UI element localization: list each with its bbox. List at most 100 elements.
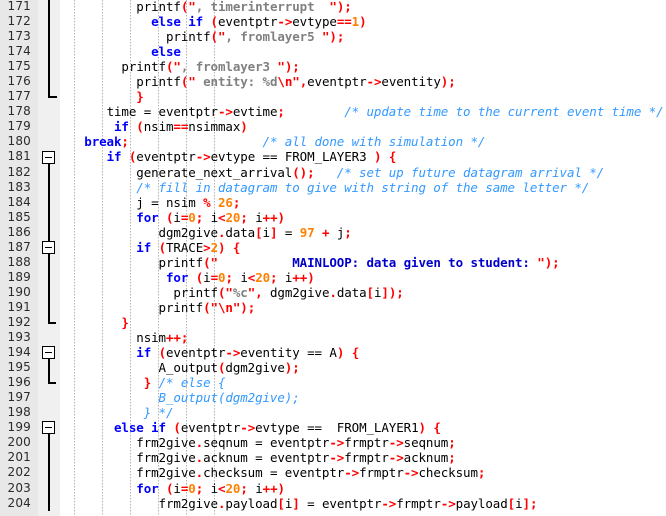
code-text[interactable]: frm2give.acknum = eventptr->frmptr->ackn… bbox=[62, 450, 455, 466]
code-line[interactable]: 185 for (i=0; i<20; i++) bbox=[0, 210, 666, 225]
code-line[interactable]: 191 printf("\n"); bbox=[0, 300, 666, 315]
code-text[interactable]: printf(" entity: %d\n",eventptr->eventit… bbox=[62, 74, 455, 90]
code-line[interactable]: 196 } /* else { bbox=[0, 375, 666, 390]
code-line[interactable]: 189 for (i=0; i<20; i++) bbox=[0, 270, 666, 285]
code-line[interactable]: 187 if (TRACE>2) { bbox=[0, 240, 666, 255]
code-line[interactable]: 200 frm2give.seqnum = eventptr->frmptr->… bbox=[0, 435, 666, 450]
token-id: data bbox=[336, 284, 367, 300]
code-line[interactable]: 180 break; /* all done with simulation *… bbox=[0, 134, 666, 149]
code-text[interactable]: if (eventptr->evtype == FROM_LAYER3 ) { bbox=[62, 149, 397, 165]
code-line[interactable]: 192 } bbox=[0, 315, 666, 330]
token-num: 26 bbox=[218, 194, 233, 210]
token-kw: if bbox=[106, 149, 122, 165]
code-text[interactable]: else bbox=[62, 44, 181, 59]
code-text[interactable]: j = nsim % 26; bbox=[62, 195, 240, 210]
code-line[interactable]: 202 frm2give.checksum = eventptr->frmptr… bbox=[0, 465, 666, 480]
token-arrow: -> bbox=[440, 495, 456, 511]
code-line[interactable]: 184 j = nsim % 26; bbox=[0, 195, 666, 210]
code-text[interactable]: generate_next_arrival(); /* set up futur… bbox=[62, 165, 604, 180]
token-kw: if bbox=[113, 119, 129, 135]
code-line[interactable]: 176 printf(" entity: %d\n",eventptr->eve… bbox=[0, 74, 666, 89]
code-text[interactable]: if (eventptr->eventity == A) { bbox=[62, 345, 359, 360]
token-id: i bbox=[210, 209, 219, 225]
token-punc: ( bbox=[158, 345, 167, 361]
code-line[interactable]: 195 A_output(dgm2give); bbox=[0, 360, 666, 375]
code-text[interactable]: A_output(dgm2give); bbox=[62, 360, 300, 375]
token-kw: if bbox=[151, 420, 166, 436]
code-line[interactable]: 172 else if (eventptr->evtype==1) bbox=[0, 14, 666, 29]
code-line-list[interactable]: 171 printf(", timerinterrupt "); 172 else… bbox=[0, 0, 666, 511]
code-text[interactable]: else if (eventptr->evtype==1) bbox=[62, 14, 367, 29]
code-text[interactable]: frm2give.seqnum = eventptr->frmptr->seqn… bbox=[62, 435, 455, 451]
code-line[interactable]: 175 printf(", fromlayer3 "); bbox=[0, 59, 666, 74]
token-id bbox=[62, 481, 136, 496]
token-num: 20 bbox=[255, 269, 271, 285]
code-text[interactable]: time = eventptr->evtime; /* update time … bbox=[62, 104, 664, 119]
line-number: 182 bbox=[7, 164, 31, 179]
token-punc: == bbox=[336, 14, 352, 30]
code-text[interactable]: } bbox=[62, 89, 144, 104]
token-arrow: -> bbox=[403, 465, 419, 481]
token-punc: } bbox=[136, 89, 144, 105]
code-text[interactable]: printf("\n"); bbox=[62, 300, 256, 315]
code-text[interactable]: B_output(dgm2give); bbox=[62, 390, 300, 405]
token-strq: " bbox=[210, 254, 219, 270]
code-line[interactable]: 199 else if (eventptr->evtype == FROM_LA… bbox=[0, 420, 666, 435]
code-text[interactable]: break; /* all done with simulation */ bbox=[62, 134, 485, 149]
code-text[interactable]: for (i=0; i<20; i++) bbox=[62, 210, 285, 225]
code-line[interactable]: 193 nsim++; bbox=[0, 330, 666, 345]
code-text[interactable]: frm2give.checksum = eventptr->frmptr->ch… bbox=[62, 465, 485, 480]
code-text[interactable]: printf(", timerinterrupt "); bbox=[62, 0, 352, 14]
token-id: acknum bbox=[203, 450, 248, 466]
code-text[interactable]: } bbox=[62, 315, 129, 330]
code-text[interactable]: printf(", fromlayer3 "); bbox=[62, 59, 299, 74]
code-text[interactable]: printf("%c", dgm2give.data[i]); bbox=[62, 284, 403, 300]
code-line[interactable]: 197 B_output(dgm2give); bbox=[0, 390, 666, 405]
code-text[interactable]: printf(" MAINLOOP: data given to student… bbox=[62, 255, 560, 270]
code-text[interactable]: if (nsim==nsimmax) bbox=[62, 119, 248, 134]
code-line[interactable]: 173 printf(", fromlayer5 "); bbox=[0, 29, 666, 44]
code-line[interactable]: 181 if (eventptr->evtype == FROM_LAYER3 … bbox=[0, 149, 666, 164]
code-text[interactable]: for (i=0; i<20; i++) bbox=[62, 481, 285, 496]
code-text[interactable]: nsim++; bbox=[62, 330, 188, 345]
token-punc: > bbox=[203, 239, 211, 255]
code-line[interactable]: 203 for (i=0; i<20; i++) bbox=[0, 481, 666, 496]
token-punc: ; bbox=[121, 134, 129, 150]
token-esc: \n bbox=[277, 74, 293, 90]
code-line[interactable]: 194 if (eventptr->eventity == A) { bbox=[0, 345, 666, 360]
token-kw: break bbox=[84, 134, 122, 150]
code-line[interactable]: 204 frm2give.payload[i] = eventptr->frmp… bbox=[0, 496, 666, 511]
code-line[interactable]: 183 /* fill in datagram to give with str… bbox=[0, 180, 666, 195]
code-line[interactable]: 178 time = eventptr->evtime; /* update t… bbox=[0, 104, 666, 119]
code-editor[interactable]: 171 printf(", timerinterrupt "); 172 else… bbox=[0, 0, 666, 516]
token-id bbox=[62, 435, 136, 450]
token-punc: { bbox=[351, 345, 360, 361]
code-line[interactable]: 177 } bbox=[0, 89, 666, 104]
code-text[interactable]: for (i=0; i<20; i++) bbox=[62, 270, 315, 285]
code-line[interactable]: 201 frm2give.acknum = eventptr->frmptr->… bbox=[0, 450, 666, 465]
code-text[interactable]: frm2give.payload[i] = eventptr->frmptr->… bbox=[62, 495, 538, 511]
code-text[interactable]: dgm2give.data[i] = 97 + j; bbox=[62, 225, 352, 240]
token-id: seqnum bbox=[403, 435, 449, 451]
code-line[interactable]: 186 dgm2give.data[i] = 97 + j; bbox=[0, 225, 666, 240]
token-punc: [ bbox=[507, 495, 516, 511]
code-text[interactable]: } */ bbox=[62, 405, 174, 420]
code-text[interactable]: /* fill in datagram to give with string … bbox=[62, 180, 589, 195]
token-kw: for bbox=[136, 480, 159, 496]
line-number: 187 bbox=[7, 239, 31, 254]
code-line[interactable]: 188 printf(" MAINLOOP: data given to stu… bbox=[0, 255, 666, 270]
code-line[interactable]: 198 } */ bbox=[0, 405, 666, 420]
token-arrow: -> bbox=[388, 450, 404, 466]
token-id bbox=[62, 360, 159, 375]
code-text[interactable]: else if (eventptr->evtype == FROM_LAYER1… bbox=[62, 420, 441, 435]
code-line[interactable]: 171 printf(", timerinterrupt "); bbox=[0, 0, 666, 14]
code-text[interactable]: } /* else { bbox=[62, 375, 226, 390]
token-id: j bbox=[136, 194, 144, 210]
code-line[interactable]: 179 if (nsim==nsimmax) bbox=[0, 119, 666, 134]
code-line[interactable]: 182 generate_next_arrival(); /* set up f… bbox=[0, 165, 666, 180]
code-text[interactable]: printf(", fromlayer5 "); bbox=[62, 29, 344, 44]
code-line[interactable]: 190 printf("%c", dgm2give.data[i]); bbox=[0, 285, 666, 300]
code-line[interactable]: 174 else bbox=[0, 44, 666, 59]
code-text[interactable]: if (TRACE>2) { bbox=[62, 240, 240, 255]
token-id: dgm2give bbox=[269, 284, 330, 300]
